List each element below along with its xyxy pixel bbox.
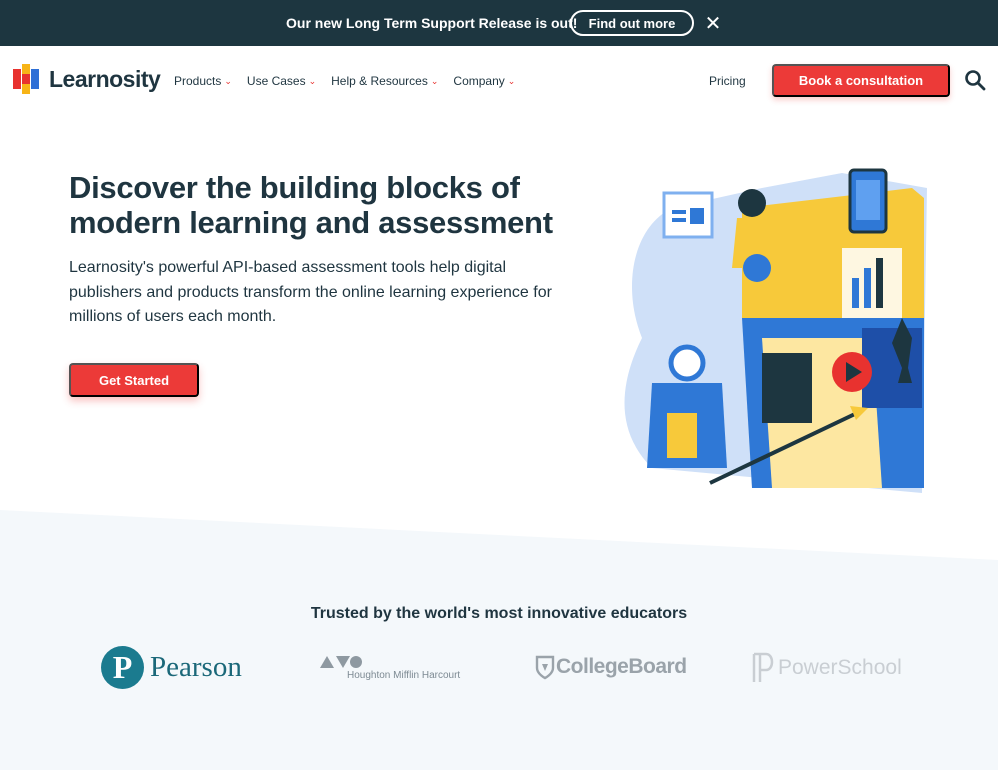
nav-item-label: Use Cases	[246, 74, 306, 88]
logo-mark-icon	[13, 64, 39, 94]
nav-item-label: Company	[453, 74, 505, 88]
logo-text: Learnosity	[49, 65, 161, 92]
nav-item-label: Products	[174, 74, 222, 88]
get-started-button[interactable]: Get Started	[69, 363, 199, 397]
pearson-mark: P	[101, 646, 144, 689]
powerschool-mark-icon	[752, 652, 774, 682]
collegeboard-wordmark: CollegeBoard	[556, 655, 687, 678]
nav-item-company[interactable]: Company ⌄	[453, 74, 515, 88]
announcement-bar: Our new Long Term Support Release is out…	[0, 0, 998, 46]
chevron-down-icon: ⌄	[308, 75, 317, 86]
find-out-more-button[interactable]: Find out more	[570, 10, 694, 36]
collegeboard-logo: CollegeBoard	[534, 654, 687, 680]
powerschool-wordmark: PowerSchool	[778, 656, 902, 679]
pearson-logo: P Pearson	[101, 646, 242, 689]
nav-item-help-resources[interactable]: Help & Resources ⌄	[331, 74, 438, 88]
hmh-logo: Houghton Mifflin Harcourt	[318, 654, 460, 681]
hmh-mark-icon	[320, 656, 362, 668]
trusted-title: Trusted by the world's most innovative e…	[310, 605, 688, 622]
hero-illustration	[624, 168, 927, 493]
search-icon[interactable]	[964, 69, 986, 91]
learnosity-logo[interactable]: Learnosity	[13, 64, 161, 94]
chevron-down-icon: ⌄	[507, 75, 516, 86]
chevron-down-icon: ⌄	[224, 75, 232, 86]
main-nav: Learnosity Products ⌄ Use Cases ⌄ Help & R…	[0, 46, 998, 114]
hero-subtitle: Learnosity's powerful API-based assessme…	[69, 259, 552, 325]
close-icon[interactable]: ✕	[704, 12, 722, 35]
hmh-wordmark: Houghton Mifflin Harcourt	[347, 670, 461, 681]
nav-item-use-cases[interactable]: Use Cases ⌄	[247, 74, 316, 88]
chevron-down-icon: ⌄	[430, 75, 439, 86]
hero-title: Discover the building blocks of modern l…	[69, 170, 553, 240]
trusted-section-background	[0, 510, 998, 770]
collegeboard-shield-icon	[535, 655, 555, 680]
powerschool-logo: PowerSchool	[750, 652, 902, 684]
announcement-text: Our new Long Term Support Release is out…	[286, 15, 578, 31]
book-consultation-button[interactable]: Book a consultation	[772, 64, 950, 97]
nav-item-products[interactable]: Products ⌄	[174, 74, 232, 88]
pearson-wordmark: Pearson	[150, 651, 242, 683]
nav-menu: Products ⌄ Use Cases ⌄ Help & Resources ⌄ C…	[174, 74, 530, 88]
brand-logo-row: P Pearson Houghton Mifflin Harcourt Coll…	[0, 644, 998, 694]
nav-item-label: Help & Resources	[331, 74, 428, 88]
pricing-link[interactable]: Pricing	[709, 74, 746, 88]
